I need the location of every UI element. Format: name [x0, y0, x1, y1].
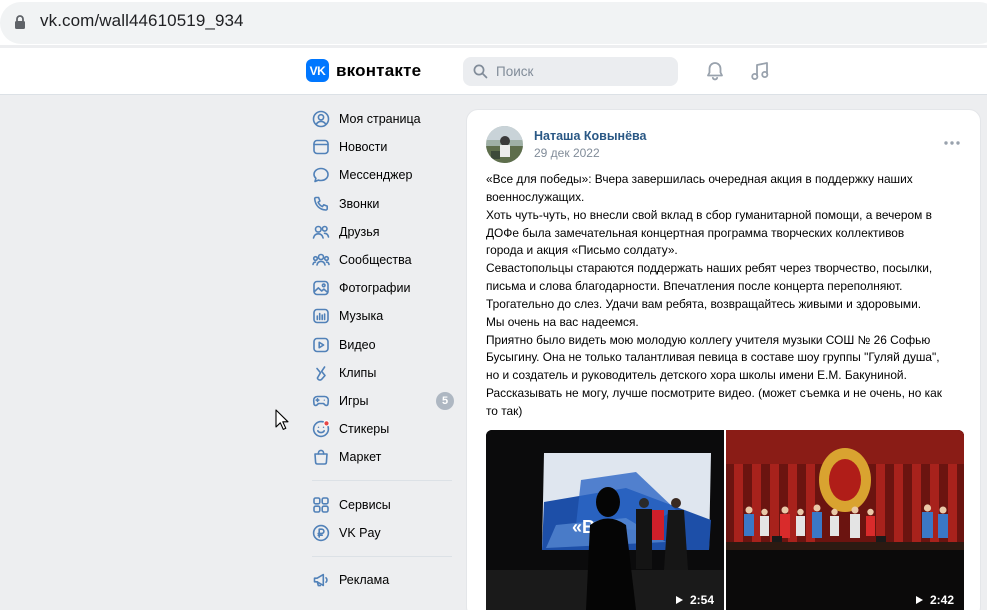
post-text-line: письма и слова благодарности. Впечатлени… — [486, 279, 903, 294]
avatar[interactable] — [486, 126, 523, 163]
sidebar-item-label: Стикеры — [339, 422, 390, 437]
games-icon — [306, 391, 334, 411]
post-text-line: Рассказывать не могу, лучше посмотрите в… — [486, 386, 942, 401]
url-text[interactable]: vk.com/wall44610519_934 — [40, 11, 244, 31]
search-icon — [473, 64, 488, 79]
vk-logo-text: вконтакте — [336, 60, 422, 80]
news-icon — [306, 137, 334, 157]
chat-icon — [306, 165, 334, 185]
market-icon — [306, 447, 334, 467]
search-box[interactable]: Поиск — [463, 57, 678, 86]
post-text-line: Мы очень на вас надеемся. — [486, 314, 639, 329]
post-text-line: Севастопольцы стараются поддержать наших… — [486, 261, 933, 276]
sidebar-item-friends[interactable]: Друзья — [306, 218, 458, 246]
games-count-badge: 5 — [436, 391, 454, 410]
sidebar-divider — [312, 480, 452, 482]
video-icon — [306, 335, 334, 355]
post-text-line: Трогательно до слез. Удачи вам ребята, в… — [486, 296, 922, 311]
ads-icon — [306, 570, 334, 590]
post-text-line: ДОФе была замечательная концертная прогр… — [486, 225, 905, 240]
post-text-line: военнослужащих. — [486, 189, 585, 204]
friends-icon — [306, 222, 334, 242]
post-text-line: Хоть чуть-чуть, но внесли свой вклад в с… — [486, 207, 932, 222]
sidebar-item-phone[interactable]: Звонки — [306, 190, 458, 218]
communities-icon — [306, 250, 334, 270]
video-thumbnail-2[interactable]: 2:42 — [726, 430, 964, 610]
sidebar-item-services[interactable]: Сервисы — [306, 490, 458, 518]
wall-post: Наташа Ковынёва 29 дек 2022 «Все для поб… — [466, 109, 981, 610]
sidebar-divider — [312, 555, 452, 557]
sidebar-item-stickers[interactable]: Стикеры — [306, 415, 458, 443]
bell-icon[interactable] — [704, 60, 726, 82]
sidebar-item-label: Музыка — [339, 309, 384, 324]
sidebar-item-label: Клипы — [339, 365, 377, 380]
browser-address-bar: vk.com/wall44610519_934 — [0, 0, 987, 45]
video-thumbnail-1[interactable]: «ВС 2:54 — [486, 430, 724, 610]
sidebar-item-clips[interactable]: Клипы — [306, 359, 458, 387]
post-text-line: Бусыгину. Она не только талантливая певи… — [486, 350, 940, 365]
sidebar-item-photos[interactable]: Фотографии — [306, 274, 458, 302]
vk-logo-mark: VK — [306, 59, 329, 82]
search-placeholder: Поиск — [496, 64, 534, 79]
services-icon — [306, 495, 334, 515]
more-options-icon[interactable] — [944, 140, 960, 146]
vk-logo[interactable]: VK вконтакте — [306, 59, 421, 82]
music-note-icon[interactable] — [749, 60, 771, 82]
sidebar-item-label: Фотографии — [339, 281, 411, 296]
sidebar-item-communities[interactable]: Сообщества — [306, 246, 458, 274]
sidebar-item-label: Звонки — [339, 196, 380, 211]
clips-icon — [306, 363, 334, 383]
music-icon — [306, 306, 334, 326]
lock-icon[interactable] — [14, 14, 26, 30]
phone-icon — [306, 194, 334, 214]
stickers-icon — [306, 419, 334, 439]
sidebar-item-label: Друзья — [339, 224, 380, 239]
sidebar-item-music[interactable]: Музыка — [306, 302, 458, 330]
sidebar-item-market[interactable]: Маркет — [306, 443, 458, 471]
mouse-cursor-icon — [275, 409, 289, 431]
vkpay-icon — [306, 523, 334, 543]
user-icon — [306, 109, 334, 129]
sidebar-item-user[interactable]: Моя страница — [306, 105, 458, 133]
sidebar-item-label: VK Pay — [339, 525, 381, 540]
video-duration-2: 2:42 — [915, 593, 954, 607]
play-icon — [675, 596, 683, 604]
post-text-line: то так) — [486, 403, 523, 418]
sidebar-item-label: Реклама — [339, 572, 390, 587]
sidebar-item-label: Видео — [339, 337, 376, 352]
sidebar-item-label: Игры — [339, 393, 369, 408]
sidebar-item-ads[interactable]: Реклама — [306, 566, 458, 594]
sidebar-item-label: Сообщества — [339, 253, 412, 268]
post-author[interactable]: Наташа Ковынёва — [534, 129, 647, 143]
photos-icon — [306, 278, 334, 298]
sidebar-item-vkpay[interactable]: VK Pay — [306, 519, 458, 547]
post-text: «Все для победы»: Вчера завершилась очер… — [486, 171, 968, 421]
sidebar-item-news[interactable]: Новости — [306, 133, 458, 161]
sidebar-item-label: Сервисы — [339, 497, 391, 512]
sidebar-item-label: Новости — [339, 140, 388, 155]
sidebar-item-chat[interactable]: Мессенджер — [306, 161, 458, 189]
sidebar-item-label: Маркет — [339, 450, 382, 465]
sidebar-item-label: Мессенджер — [339, 168, 413, 183]
post-date[interactable]: 29 дек 2022 — [534, 146, 600, 160]
sidebar: Моя страница Новости Мессенджер Звонки Друзь… — [306, 105, 458, 594]
post-text-line: «Все для победы»: Вчера завершилась очер… — [486, 172, 913, 186]
play-icon — [915, 596, 923, 604]
post-text-line: Приятно было видеть мою молодую коллегу … — [486, 332, 931, 347]
post-text-line: города и акция «Письмо солдату». — [486, 243, 678, 258]
video-duration-1: 2:54 — [675, 593, 714, 607]
post-text-line: но и создатель и руководитель детского х… — [486, 368, 907, 383]
sidebar-item-label: Моя страница — [339, 112, 421, 127]
sidebar-item-video[interactable]: Видео — [306, 331, 458, 359]
sidebar-item-games[interactable]: Игры 5 — [306, 387, 458, 415]
